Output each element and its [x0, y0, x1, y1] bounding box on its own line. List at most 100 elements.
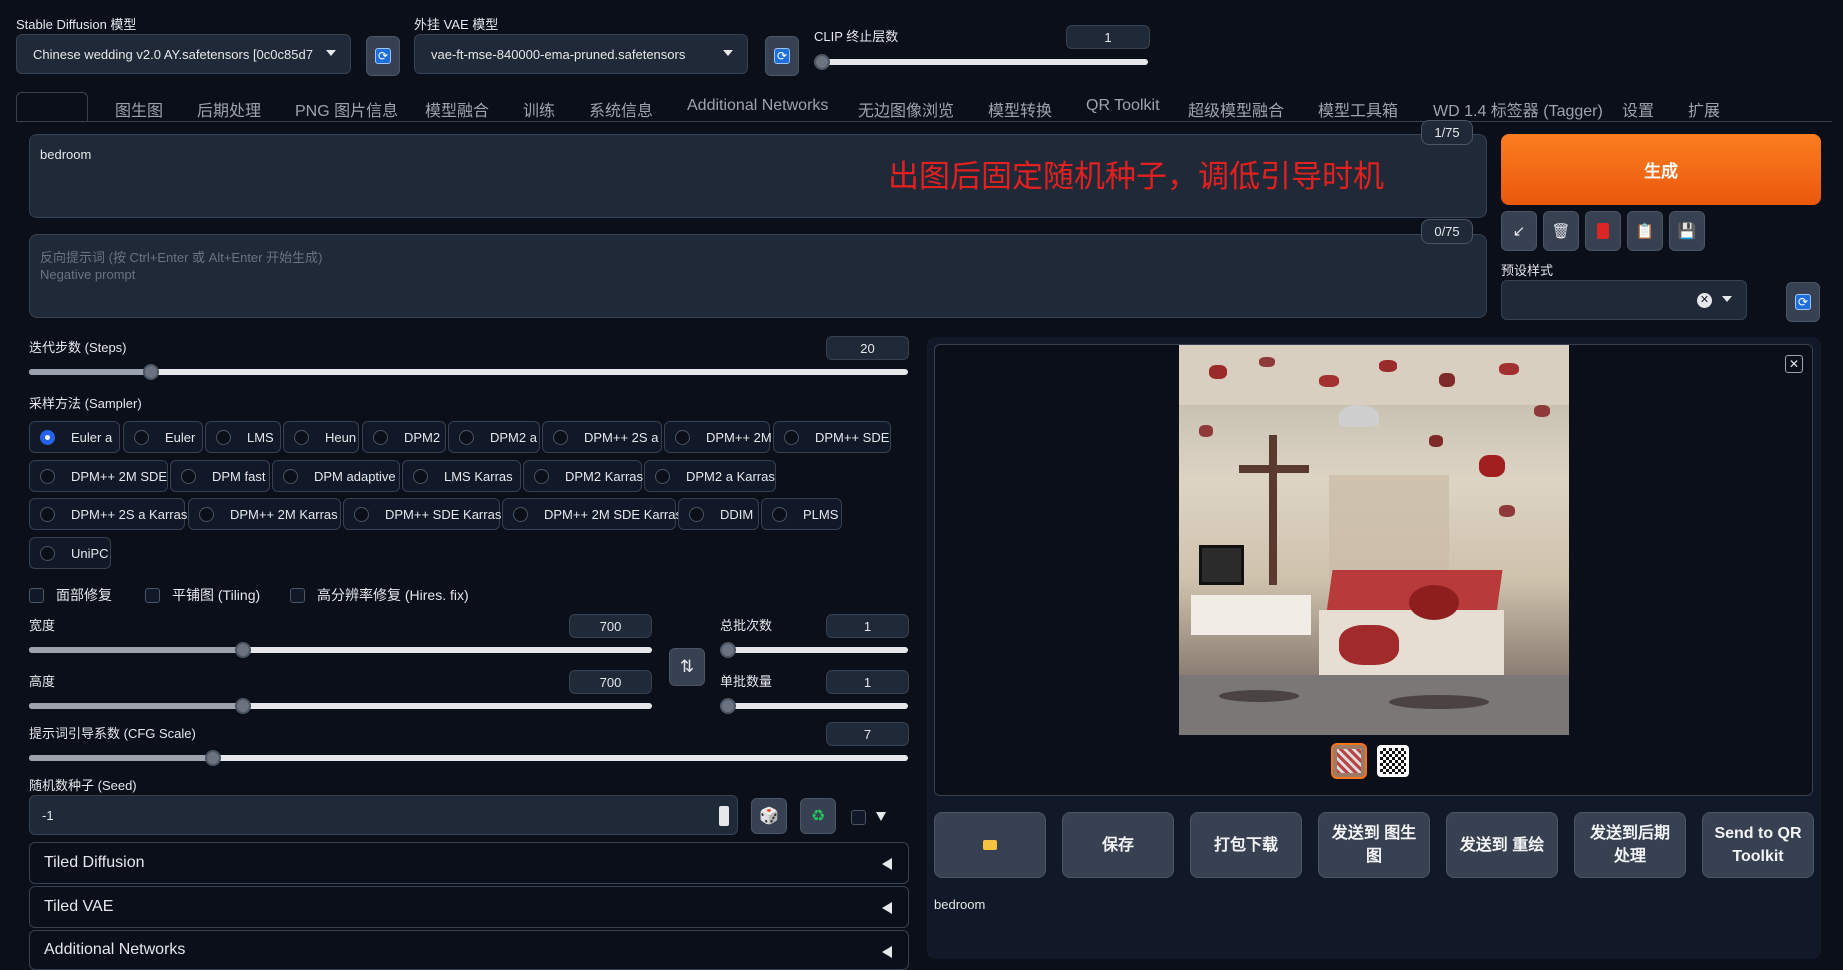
styles-refresh-button[interactable]: ⟳	[1786, 282, 1820, 322]
tab-item[interactable]: 超级模型融合	[1188, 97, 1284, 121]
sampler-option[interactable]: LMS Karras	[402, 460, 521, 492]
tab-item[interactable]: 训练	[523, 97, 555, 121]
sampler-option[interactable]: DPM2 a	[448, 421, 540, 453]
tab-item[interactable]: QR Toolkit	[1086, 97, 1160, 121]
extra-seed-checkbox[interactable]	[851, 810, 866, 825]
thumbnail-selected[interactable]	[1331, 743, 1367, 779]
model-refresh-button[interactable]: ⟳	[366, 36, 400, 76]
sampler-option[interactable]: DPM++ 2M SDE	[29, 460, 168, 492]
zip-download-button[interactable]: 打包下载	[1190, 812, 1302, 878]
generated-image[interactable]	[1179, 345, 1569, 735]
radio-icon	[655, 468, 670, 484]
generate-button[interactable]: 生成	[1501, 134, 1821, 205]
radio-icon	[134, 429, 149, 445]
reuse-seed-button[interactable]: ♻	[800, 798, 836, 834]
spinner-icon[interactable]	[719, 806, 729, 826]
tab-item[interactable]: 模型转换	[988, 97, 1052, 121]
sampler-option[interactable]: DPM2 a Karras	[644, 460, 776, 492]
model-dropdown[interactable]: Chinese wedding v2.0 AY.safetensors [0c0…	[16, 34, 351, 74]
prompt-textarea[interactable]: bedroom 出图后固定随机种子，调低引导时机	[29, 134, 1487, 218]
read-params-button[interactable]: ↙	[1501, 211, 1537, 251]
tiling-checkbox[interactable]: 平铺图 (Tiling)	[145, 585, 260, 605]
close-icon[interactable]: ✕	[1785, 355, 1803, 373]
sampler-option[interactable]: DPM++ 2M SDE Karras	[502, 498, 682, 530]
send-to-inpaint-button[interactable]: 发送到 重绘	[1446, 812, 1558, 878]
cfg-slider[interactable]	[29, 750, 908, 766]
clip-slider[interactable]	[814, 54, 1148, 70]
height-slider[interactable]	[29, 698, 652, 714]
tab-item[interactable]: 模型工具箱	[1318, 97, 1398, 121]
vae-dropdown[interactable]: vae-ft-mse-840000-ema-pruned.safetensors	[414, 34, 748, 74]
sampler-option[interactable]: DDIM	[678, 498, 759, 530]
tab-item[interactable]: 设置	[1622, 97, 1654, 121]
width-number-input[interactable]: 700	[569, 614, 652, 638]
sampler-option[interactable]: UniPC	[29, 537, 111, 569]
apply-style-button[interactable]: 📋	[1627, 211, 1663, 251]
styles-dropdown[interactable]: ✕	[1501, 280, 1747, 320]
accordion-tiled-vae[interactable]: Tiled VAE	[29, 886, 909, 928]
clip-number-input[interactable]: 1	[1066, 25, 1150, 49]
tab-item[interactable]: Additional Networks	[687, 97, 828, 121]
chevron-down-icon	[326, 50, 336, 56]
thumbnail-qr[interactable]	[1377, 745, 1409, 777]
steps-number-input[interactable]: 20	[826, 336, 909, 360]
batch-size-number-input[interactable]: 1	[826, 670, 909, 694]
tab-item[interactable]: WD 1.4 标签器 (Tagger)	[1433, 97, 1603, 121]
accordion-tiled-diffusion[interactable]: Tiled Diffusion	[29, 842, 909, 884]
hires-fix-checkbox[interactable]: 高分辨率修复 (Hires. fix)	[290, 585, 469, 605]
sampler-option[interactable]: DPM++ 2M Karras	[188, 498, 341, 530]
clear-prompt-button[interactable]: 🗑	[1543, 211, 1579, 251]
sampler-option-label: Heun	[325, 429, 357, 445]
save-button[interactable]: 保存	[1062, 812, 1174, 878]
swap-icon: ⇅	[679, 657, 695, 676]
sampler-option[interactable]: LMS	[205, 421, 281, 453]
radio-icon	[689, 506, 704, 522]
height-number-input[interactable]: 700	[569, 670, 652, 694]
sampler-option[interactable]: DPM2 Karras	[523, 460, 643, 492]
sampler-option[interactable]: Euler	[123, 421, 203, 453]
tab-item[interactable]: 无边图像浏览	[858, 97, 954, 121]
cfg-number-input[interactable]: 7	[826, 722, 909, 746]
sampler-option[interactable]: Euler a	[29, 421, 120, 453]
radio-icon	[459, 429, 474, 445]
triangle-down-icon[interactable]	[876, 812, 886, 821]
tab-item[interactable]: 图生图	[115, 97, 163, 121]
swap-dimensions-button[interactable]: ⇅	[669, 648, 705, 686]
save-style-button[interactable]: 💾	[1669, 211, 1705, 251]
batch-count-number-input[interactable]: 1	[826, 614, 909, 638]
face-restore-checkbox[interactable]: 面部修复	[29, 585, 112, 605]
sampler-option[interactable]: Heun	[283, 421, 359, 453]
sampler-option[interactable]: DPM adaptive	[272, 460, 400, 492]
sampler-option[interactable]: DPM++ SDE	[773, 421, 891, 453]
sampler-option-label: PLMS	[803, 506, 839, 522]
batch-count-slider[interactable]	[720, 642, 908, 658]
seed-input[interactable]: -1	[29, 795, 738, 835]
random-seed-button[interactable]: 🎲	[751, 798, 787, 834]
send-to-qr-toolkit-button[interactable]: Send to QR Toolkit	[1702, 812, 1814, 878]
sampler-option[interactable]: DPM++ SDE Karras	[343, 498, 501, 530]
batch-size-slider[interactable]	[720, 698, 908, 714]
send-to-img2img-button[interactable]: 发送到 图生图	[1318, 812, 1430, 878]
tab-item[interactable]: 系统信息	[589, 97, 653, 121]
sampler-option[interactable]: DPM++ 2M	[664, 421, 772, 453]
sampler-option[interactable]: DPM++ 2S a Karras	[29, 498, 187, 530]
width-slider[interactable]	[29, 642, 652, 658]
tab-item[interactable]: 扩展	[1688, 97, 1720, 121]
trash-icon: 🗑	[1551, 223, 1571, 240]
sampler-option[interactable]: DPM fast	[170, 460, 270, 492]
sampler-option[interactable]: DPM2	[362, 421, 446, 453]
negative-prompt-textarea[interactable]: 反向提示词 (按 Ctrl+Enter 或 Alt+Enter 开始生成) Ne…	[29, 234, 1487, 318]
tab-item[interactable]: 模型融合	[425, 97, 489, 121]
send-to-extras-button[interactable]: 发送到后期处理	[1574, 812, 1686, 878]
sampler-option[interactable]: PLMS	[761, 498, 842, 530]
tab-item[interactable]: PNG 图片信息	[295, 97, 398, 121]
open-folder-button[interactable]	[934, 812, 1046, 878]
sampler-option[interactable]: DPM++ 2S a	[542, 421, 662, 453]
steps-slider[interactable]	[29, 364, 908, 380]
tab-item[interactable]: 后期处理	[197, 97, 261, 121]
radio-icon	[199, 506, 214, 522]
clear-icon[interactable]: ✕	[1697, 293, 1712, 308]
accordion-additional-networks[interactable]: Additional Networks	[29, 930, 909, 970]
vae-refresh-button[interactable]: ⟳	[765, 36, 799, 76]
extra-networks-button[interactable]	[1585, 211, 1621, 251]
